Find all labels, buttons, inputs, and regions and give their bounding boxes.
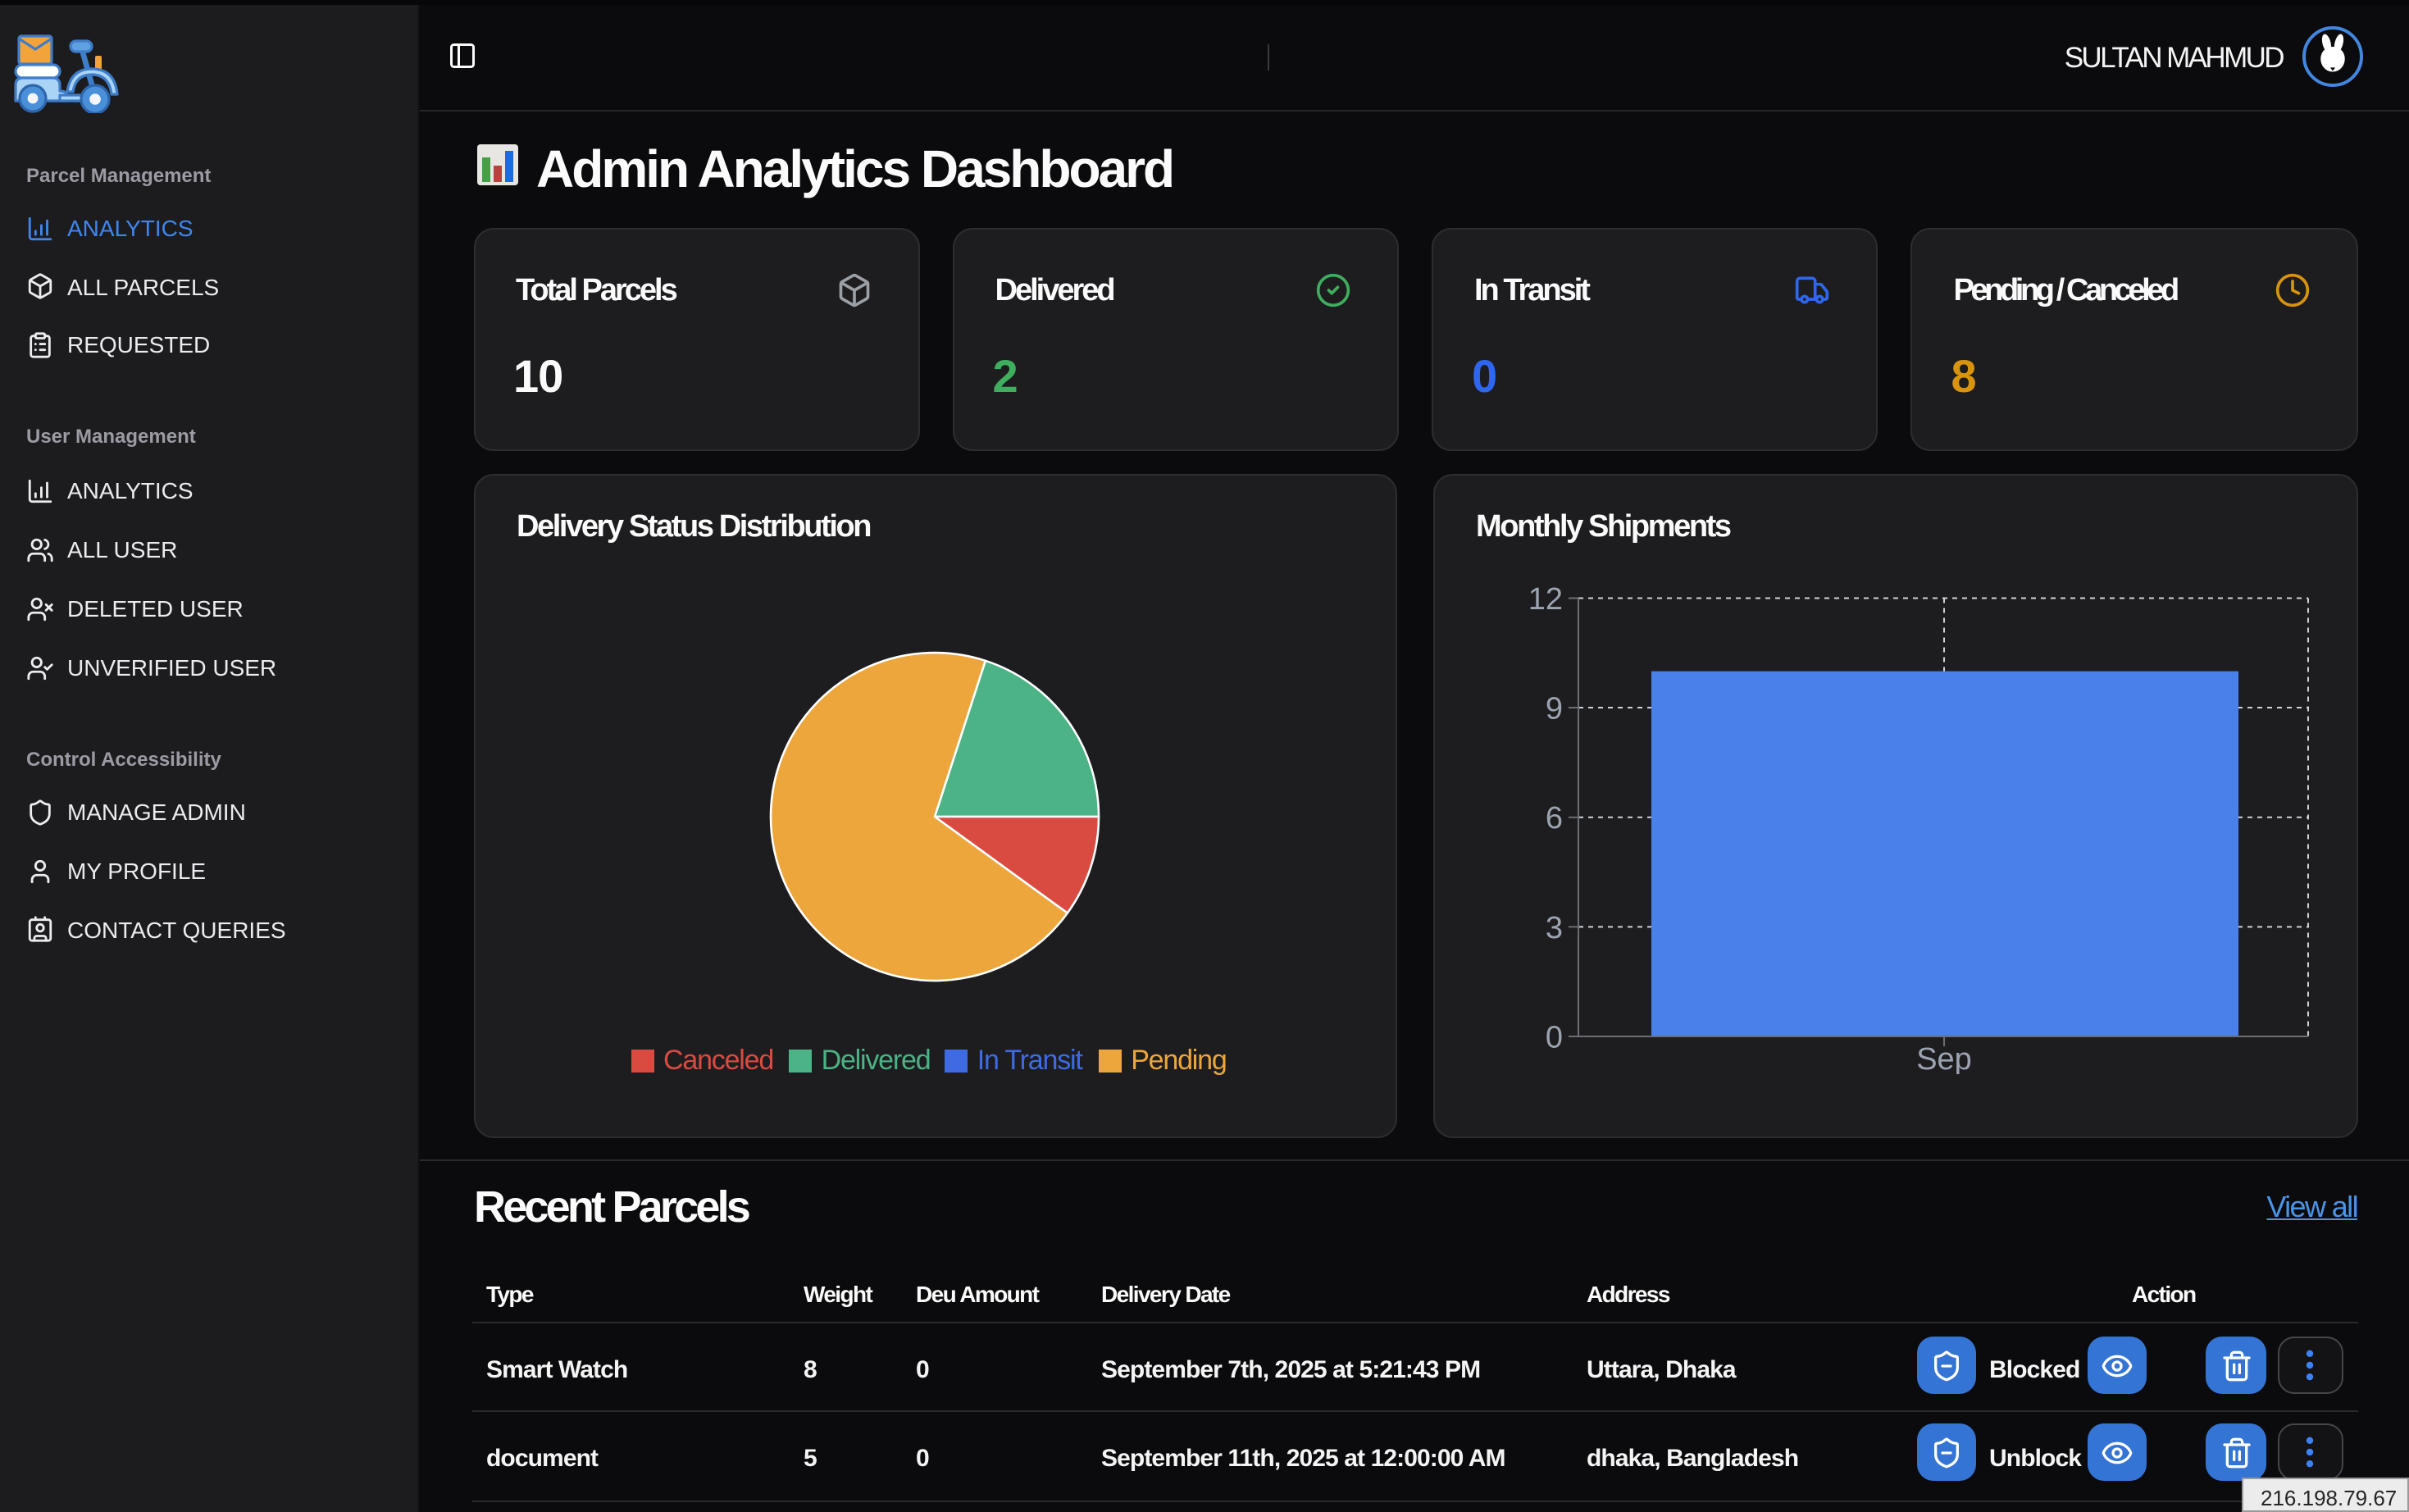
svg-text:12: 12 xyxy=(1528,582,1563,617)
svg-text:6: 6 xyxy=(1546,801,1563,836)
svg-text:3: 3 xyxy=(1546,911,1563,945)
svg-text:Sep: Sep xyxy=(1916,1042,1972,1074)
svg-text:9: 9 xyxy=(1546,692,1563,726)
svg-text:0: 0 xyxy=(1546,1020,1563,1054)
